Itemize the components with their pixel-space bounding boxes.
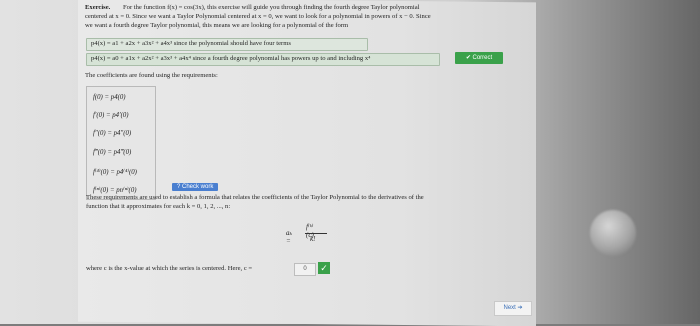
exercise-label: Exercise.	[85, 4, 111, 11]
check-work-button[interactable]: ? Check work	[172, 183, 219, 191]
formula-text-line-1: These requirements are used to establish…	[86, 194, 424, 201]
requirements-box: f(0) = p4(0) f′(0) = p4′(0) f″(0) = p4″(…	[86, 86, 156, 200]
fraction-bar	[305, 233, 327, 234]
requirement-row: f⁽ⁿ⁾(0) = pn⁽ⁿ⁾(0)	[93, 187, 137, 194]
intro-line-2: centered at x = 0. Since we want a Taylo…	[85, 13, 431, 20]
formula-denominator: k!	[310, 235, 316, 243]
choice-option-1[interactable]: p4(x) = a1 + a2x + a3x² + a4x³ since the…	[86, 38, 368, 51]
check-icon: ✓	[318, 262, 330, 274]
next-button[interactable]: Next ➔	[494, 301, 532, 316]
requirements-text: The coefficients are found using the req…	[85, 72, 218, 79]
correct-badge: ✔ Correct	[455, 52, 503, 64]
requirement-row: f′(0) = p4′(0)	[93, 112, 129, 119]
intro-line-3: we want a fourth degree Taylor polynomia…	[85, 22, 349, 29]
formula-text-line-2: function that it approximates for each k…	[86, 203, 231, 210]
where-text: where c is the x-value at which the seri…	[86, 265, 253, 272]
choice-option-2[interactable]: p4(x) = a0 + a1x + a2x² + a3x³ + a4x⁴ si…	[86, 53, 440, 66]
blurred-object	[590, 210, 636, 256]
requirement-row: f‴(0) = p4‴(0)	[93, 149, 132, 156]
requirement-row: f(0) = p4(0)	[93, 94, 126, 101]
requirement-row: f⁽⁴⁾(0) = p4⁽⁴⁾(0)	[93, 169, 137, 176]
requirement-row: f″(0) = p4″(0)	[93, 130, 132, 137]
intro-line-1: For the function f(x) = cos(3x), this ex…	[123, 4, 420, 11]
choice-option-1-text: p4(x) = a1 + a2x + a3x² + a4x³ since the…	[91, 40, 291, 47]
choice-option-2-text: p4(x) = a0 + a1x + a2x² + a3x³ + a4x⁴ si…	[91, 55, 371, 62]
c-value-input[interactable]: 0	[294, 263, 316, 276]
formula-lhs: aₖ =	[286, 229, 293, 245]
